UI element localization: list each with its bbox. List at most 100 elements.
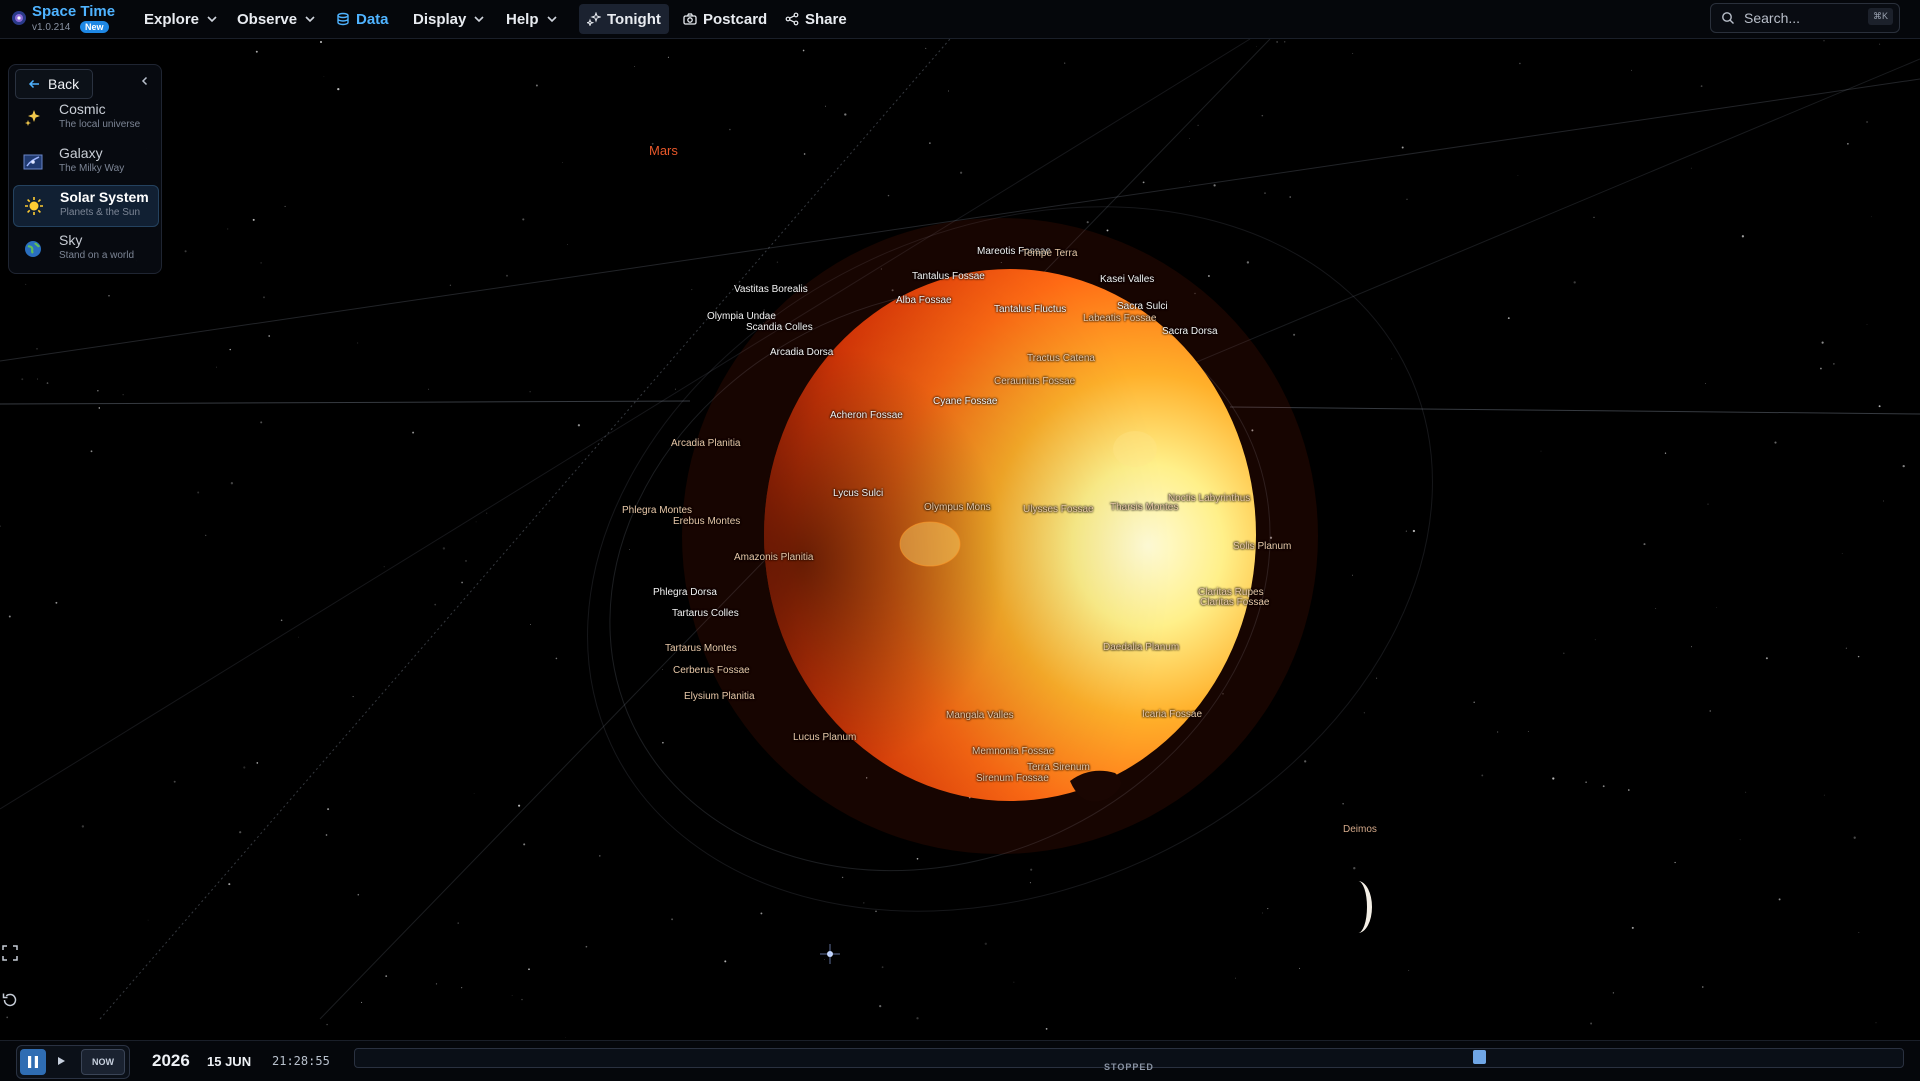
star	[925, 47, 927, 49]
star	[1289, 196, 1291, 198]
feature-label[interactable]: Sacra Sulci	[1117, 301, 1168, 312]
share-label: Share	[805, 10, 847, 28]
star	[442, 547, 446, 550]
scale-item-solar-system[interactable]: Solar System Planets & the Sun	[13, 185, 159, 227]
feature-label[interactable]: Acheron Fossae	[830, 410, 903, 421]
star	[263, 296, 265, 299]
search-placeholder: Search...	[1744, 10, 1801, 26]
star	[256, 762, 259, 764]
feature-label[interactable]: Solis Planum	[1233, 541, 1291, 552]
feature-label[interactable]: Tharsis Montes	[1110, 502, 1178, 513]
feature-label[interactable]: Tartarus Montes	[665, 643, 737, 654]
star	[319, 40, 323, 44]
star	[0, 525, 2, 527]
now-button[interactable]: NOW	[81, 1049, 125, 1075]
nav-display[interactable]: Display	[405, 4, 494, 34]
nav-data[interactable]: Data	[328, 4, 397, 34]
feature-label[interactable]: Daedalia Planum	[1103, 642, 1179, 653]
star	[37, 378, 39, 380]
play-icon[interactable]	[55, 1055, 67, 1067]
postcard-label: Postcard	[703, 10, 768, 28]
deimos-moon[interactable]	[1358, 881, 1372, 933]
feature-label[interactable]: Lycus Sulci	[833, 488, 883, 499]
feature-label[interactable]: Phlegra Dorsa	[653, 587, 717, 598]
current-time[interactable]: 21:28:55	[272, 1054, 330, 1068]
feature-label[interactable]: Elysium Planitia	[684, 691, 755, 702]
nav-explore[interactable]: Explore	[136, 4, 227, 34]
star	[1631, 926, 1634, 929]
star	[461, 581, 464, 584]
feature-label[interactable]: Tempe Terra	[1022, 248, 1077, 259]
pause-button[interactable]	[20, 1049, 46, 1075]
current-year[interactable]: 2026	[152, 1051, 190, 1071]
scale-item-title: Galaxy	[59, 145, 103, 161]
feature-label[interactable]: Arcadia Dorsa	[770, 347, 833, 358]
feature-label[interactable]: Memnonia Fossae	[972, 746, 1054, 757]
feature-label[interactable]: Cerberus Fossae	[673, 665, 750, 676]
star	[1765, 657, 1768, 660]
feature-label[interactable]: Scandia Colles	[746, 322, 813, 333]
fullscreen-icon[interactable]	[0, 943, 20, 963]
feature-label[interactable]: Terra Sirenum	[1027, 762, 1090, 773]
star	[1819, 367, 1822, 370]
feature-label[interactable]: Amazonis Planitia	[734, 552, 813, 563]
feature-label[interactable]: Arcadia Planitia	[671, 438, 740, 449]
galaxy-icon	[23, 154, 43, 170]
tonight-button[interactable]: Tonight	[579, 4, 669, 34]
feature-label[interactable]: Icaria Fossae	[1142, 709, 1202, 720]
nav-explore-label: Explore	[144, 10, 200, 28]
feature-label[interactable]: Mangala Valles	[946, 710, 1014, 721]
feature-label[interactable]: Claritas Fossae	[1200, 597, 1269, 608]
scale-item-sky[interactable]: Sky Stand on a world	[13, 229, 157, 269]
feature-label[interactable]: Erebus Montes	[673, 516, 740, 527]
feature-label[interactable]: Ulysses Fossae	[1023, 504, 1094, 515]
star	[98, 407, 101, 409]
star	[1106, 229, 1109, 232]
star	[1342, 803, 1344, 805]
scale-item-cosmic[interactable]: Cosmic The local universe	[13, 98, 157, 138]
feature-label[interactable]: Cyane Fossae	[933, 396, 997, 407]
feature-label[interactable]: Kasei Valles	[1100, 274, 1154, 285]
feature-label[interactable]: Phlegra Montes	[622, 505, 692, 516]
back-button[interactable]: Back	[15, 69, 93, 99]
time-slider-thumb[interactable]	[1473, 1050, 1486, 1064]
feature-label[interactable]: Olympia Undae	[707, 311, 776, 322]
feature-label[interactable]: Tantalus Fluctus	[994, 304, 1066, 315]
scale-item-subtitle: The Milky Way	[59, 163, 125, 174]
feature-label[interactable]: Sirenum Fossae	[976, 773, 1049, 784]
postcard-button[interactable]: Postcard	[675, 4, 775, 34]
feature-label[interactable]: Tractus Catena	[1027, 353, 1095, 364]
feature-label[interactable]: Noctis Labyrinthus	[1168, 493, 1250, 504]
feature-label[interactable]: Olympus Mons	[924, 502, 991, 513]
feature-label[interactable]: Lucus Planum	[793, 732, 856, 743]
star	[577, 424, 581, 427]
reset-view-icon[interactable]	[0, 990, 20, 1010]
app-version: v1.0.214	[32, 22, 71, 33]
star	[1823, 794, 1825, 796]
feature-label[interactable]: Sacra Dorsa	[1162, 326, 1218, 337]
share-button[interactable]: Share	[777, 4, 855, 34]
feature-label[interactable]: Labeatis Fossae	[1083, 313, 1156, 324]
nav-help[interactable]: Help	[498, 4, 567, 34]
search-input[interactable]: Search... ⌘K	[1710, 3, 1900, 33]
star	[323, 76, 325, 77]
deimos-label[interactable]: Deimos	[1343, 824, 1377, 835]
scale-item-galaxy[interactable]: Galaxy The Milky Way	[13, 142, 157, 182]
star	[434, 603, 437, 606]
star	[1741, 235, 1745, 238]
star	[108, 295, 110, 297]
feature-label[interactable]: Tartarus Colles	[672, 608, 739, 619]
feature-label[interactable]: Vastitas Borealis	[734, 284, 808, 295]
star	[841, 876, 844, 879]
star	[1507, 317, 1510, 319]
chevron-left-icon[interactable]	[139, 75, 151, 87]
nav-observe[interactable]: Observe	[229, 4, 325, 34]
feature-label[interactable]: Tantalus Fossae	[912, 271, 985, 282]
current-date[interactable]: 15 JUN	[207, 1054, 251, 1069]
feature-label[interactable]: Ceraunius Fossae	[994, 376, 1075, 387]
space-viewport[interactable]: Mars Deimos Mareotis Fossae Tempe Terra …	[0, 39, 1920, 1039]
mars-label[interactable]: Mars	[649, 143, 678, 158]
feature-label[interactable]: Alba Fossae	[896, 295, 952, 306]
star	[46, 382, 49, 384]
star	[239, 831, 242, 834]
